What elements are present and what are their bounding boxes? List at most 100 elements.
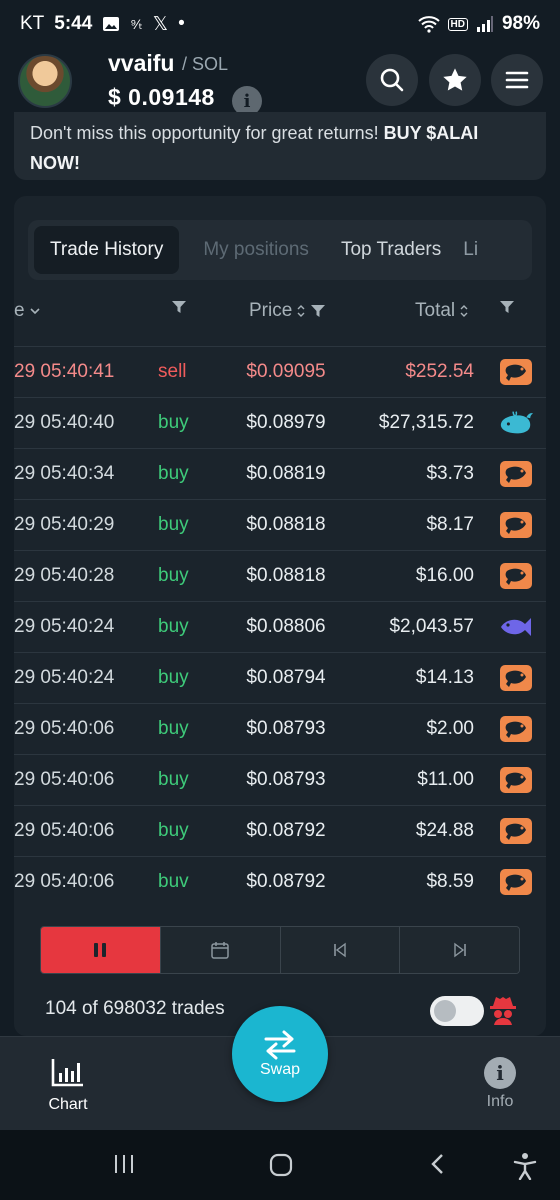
trade-side: buy (158, 463, 189, 484)
x-icon: 𝕏 (152, 13, 169, 35)
trade-price: $0.08794 (246, 667, 326, 688)
token-price: $ 0.09148 (108, 84, 215, 110)
skip-back-button[interactable] (279, 927, 400, 973)
nav-chart[interactable]: Chart (38, 1057, 98, 1114)
sort-icon (460, 305, 468, 317)
accessibility-icon[interactable] (512, 1152, 538, 1180)
trade-side: buy (158, 514, 189, 535)
tab-my-positions[interactable]: My positions (187, 226, 325, 274)
trade-side: buv (158, 871, 189, 892)
calendar-icon (211, 942, 229, 959)
trade-total: $8.59 (426, 871, 474, 892)
trade-time: 29 05:40:24 (14, 616, 115, 637)
trade-time: 29 05:40:40 (14, 412, 115, 433)
swap-button[interactable]: Swap (232, 1006, 328, 1102)
hd-icon: HD (447, 17, 468, 31)
date-picker-button[interactable] (159, 927, 280, 973)
trade-total: $3.73 (426, 463, 474, 484)
search-icon (380, 68, 404, 92)
pause-button[interactable] (41, 927, 160, 973)
table-row[interactable]: 29 05:40:28 buy $0.08818 $16.00 (14, 550, 546, 601)
tab-top-traders[interactable]: Top Traders (325, 226, 457, 274)
table-row[interactable]: 29 05:40:24 buy $0.08806 $2,043.57 (14, 601, 546, 652)
trade-price: $0.08793 (246, 718, 326, 739)
shrimp-icon[interactable] (498, 357, 534, 387)
side-filter-icon[interactable] (171, 300, 187, 314)
token-chain: / SOL (182, 54, 229, 74)
swap-label: Swap (259, 1061, 301, 1078)
trade-price: $0.08818 (246, 514, 326, 535)
tab-trade-history[interactable]: Trade History (34, 226, 180, 274)
filter-toggle[interactable] (430, 996, 484, 1026)
table-row[interactable]: 29 05:40:06 buy $0.08792 $24.88 (14, 805, 546, 856)
home-icon[interactable] (268, 1152, 294, 1178)
shrimp-icon[interactable] (498, 816, 534, 846)
menu-button[interactable] (491, 54, 543, 106)
clock: 5:44 (54, 13, 93, 34)
favorite-button[interactable] (429, 54, 481, 106)
trade-time: 29 05:40:06 (14, 871, 115, 892)
trade-list: 29 05:40:41 sell $0.09095 $252.54 29 05:40:4… (14, 346, 546, 907)
table-row[interactable]: 29 05:40:40 buy $0.08979 $27,315.72 (14, 397, 546, 448)
search-button[interactable] (366, 54, 418, 106)
trade-total: $252.54 (405, 361, 474, 382)
sort-icon (297, 305, 305, 317)
price-column-header[interactable]: Price (249, 300, 326, 322)
table-row[interactable]: 29 05:40:06 buy $0.08793 $2.00 (14, 703, 546, 754)
trade-time: 29 05:40:41 (14, 361, 115, 382)
table-row[interactable]: 29 05:40:06 buy $0.08793 $11.00 (14, 754, 546, 805)
table-row[interactable]: 29 05:40:41 sell $0.09095 $252.54 (14, 346, 546, 397)
shrimp-icon[interactable] (498, 663, 534, 693)
playback-controls (40, 926, 520, 974)
trade-price: $0.09095 (246, 361, 326, 382)
trade-side: buy (158, 616, 189, 637)
trade-total: $16.00 (415, 565, 474, 586)
table-row[interactable]: 29 05:40:24 buy $0.08794 $14.13 (14, 652, 546, 703)
shrimp-icon[interactable] (498, 714, 534, 744)
trade-total: $2.00 (426, 718, 474, 739)
system-nav-bar (0, 1130, 560, 1200)
tab-liquidity[interactable]: Li (457, 226, 494, 274)
date-column-header[interactable]: e (14, 300, 41, 322)
shrimp-icon[interactable] (498, 867, 534, 897)
trade-side: buy (158, 769, 189, 790)
wifi-icon (417, 15, 440, 33)
notification-dot-icon: • (178, 13, 185, 34)
maker-filter-icon[interactable] (499, 300, 515, 314)
recent-apps-icon[interactable] (112, 1152, 136, 1176)
table-row[interactable]: 29 05:40:34 buy $0.08819 $3.73 (14, 448, 546, 499)
status-bar: KT 5:44 ⁹⁄ₜ 𝕏 • HD 98% (0, 0, 560, 48)
spy-icon[interactable] (488, 994, 518, 1026)
trade-price: $0.08792 (246, 820, 326, 841)
signal-icon (476, 16, 494, 32)
shrimp-icon[interactable] (498, 561, 534, 591)
trade-side: buy (158, 667, 189, 688)
trade-time: 29 05:40:29 (14, 514, 115, 535)
swap-arrows-icon (264, 1030, 296, 1060)
shrimp-icon[interactable] (498, 510, 534, 540)
skip-forward-icon (453, 942, 466, 958)
data-saver-icon: ⁹⁄ₜ (130, 15, 143, 32)
trade-total: $24.88 (415, 820, 474, 841)
battery-level: 98% (501, 13, 540, 34)
trade-price: $0.08818 (246, 565, 326, 586)
promo-banner[interactable]: Don't miss this opportunity for great re… (14, 112, 546, 180)
shrimp-icon[interactable] (498, 459, 534, 489)
total-column-header[interactable]: Total (415, 300, 469, 322)
trade-side: sell (158, 361, 187, 382)
nav-info[interactable]: i Info (470, 1057, 530, 1111)
token-avatar[interactable] (18, 54, 72, 108)
chart-icon (51, 1059, 83, 1087)
nav-chart-label: Chart (48, 1096, 88, 1113)
shrimp-icon[interactable] (498, 765, 534, 795)
fish-icon[interactable] (498, 612, 534, 642)
table-row[interactable]: 29 05:40:29 buy $0.08818 $8.17 (14, 499, 546, 550)
token-header: vvaifu / SOL $ 0.09148 i (0, 48, 560, 122)
table-row[interactable]: 29 05:40:06 buv $0.08792 $8.59 (14, 856, 546, 907)
skip-forward-button[interactable] (399, 927, 519, 973)
tab-bar: Trade History My positions Top Traders L… (28, 220, 532, 280)
back-icon[interactable] (428, 1152, 448, 1176)
table-header: e Price Total (14, 292, 546, 332)
whale-icon[interactable] (498, 408, 534, 438)
trade-time: 29 05:40:06 (14, 769, 115, 790)
